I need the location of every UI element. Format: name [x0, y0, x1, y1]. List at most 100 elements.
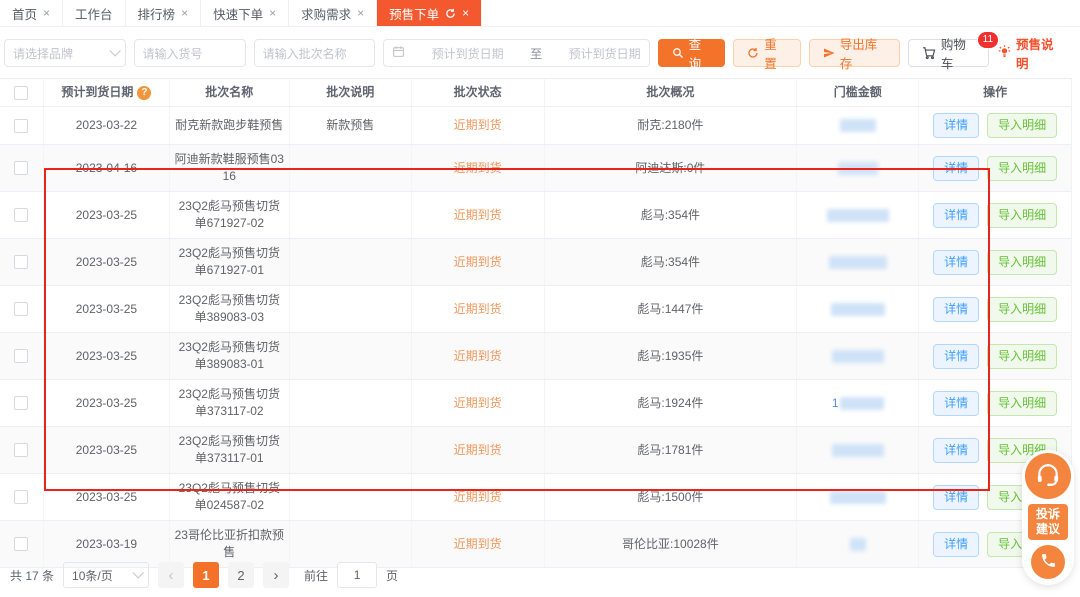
- headset-icon: [1035, 462, 1061, 491]
- row-actions-cell: 详情导入明细: [919, 107, 1071, 144]
- header-select-all-cell: [0, 79, 44, 106]
- row-checkbox[interactable]: [14, 255, 28, 269]
- send-icon: [823, 47, 835, 59]
- batch-name-cell: 23Q2彪马预售切货单389083-03: [170, 286, 290, 332]
- cart-button[interactable]: 购物车 11: [908, 39, 989, 67]
- query-button-label: 查询: [689, 34, 712, 72]
- tab-label: 求购需求: [301, 4, 351, 23]
- prev-page-button[interactable]: ‹: [158, 562, 184, 588]
- detail-button[interactable]: 详情: [933, 203, 979, 228]
- detail-button[interactable]: 详情: [933, 113, 979, 138]
- import-detail-button[interactable]: 导入明细: [987, 344, 1057, 369]
- batch-desc-cell: [290, 239, 412, 285]
- tab-求购需求[interactable]: 求购需求 ×: [289, 0, 377, 26]
- help-icon[interactable]: ?: [137, 86, 151, 100]
- batch-desc-cell: [290, 192, 412, 238]
- arrival-date-range-picker[interactable]: 预计到货日期 至 预计到货日期: [383, 39, 649, 67]
- batch-overview-cell: 彪马:1447件: [545, 286, 798, 332]
- detail-button[interactable]: 详情: [933, 532, 979, 557]
- detail-button[interactable]: 详情: [933, 438, 979, 463]
- table-row: 2023-03-2523Q2彪马预售切货单024587-02近期到货彪马:150…: [0, 474, 1071, 521]
- next-page-button[interactable]: ›: [263, 562, 289, 588]
- import-detail-button[interactable]: 导入明细: [987, 156, 1057, 181]
- row-checkbox[interactable]: [14, 443, 28, 457]
- batch-name-cell-text: 23Q2彪马预售切货单373117-02: [174, 386, 285, 420]
- tab-预售下单[interactable]: 预售下单×: [377, 0, 482, 26]
- select-all-checkbox[interactable]: [14, 86, 28, 100]
- tab-快速下单[interactable]: 快速下单×: [201, 0, 289, 26]
- brand-select[interactable]: 请选择品牌: [4, 39, 126, 67]
- query-button[interactable]: 查询: [658, 39, 726, 67]
- reset-button[interactable]: 重置: [733, 39, 801, 67]
- batch-overview-cell: 彪马:1935件: [545, 333, 798, 379]
- batch-overview-cell: 彪马:1781件: [545, 427, 798, 473]
- chevron-down-icon: [109, 45, 120, 56]
- complaint-suggestion-button[interactable]: 投诉 建议: [1028, 504, 1068, 540]
- batch-desc-cell: 新款预售: [290, 107, 412, 144]
- batch-overview-cell-text: 彪马:354件: [641, 207, 700, 224]
- row-checkbox[interactable]: [14, 490, 28, 504]
- phone-contact-button[interactable]: [1031, 545, 1065, 579]
- tab-排行榜[interactable]: 排行榜×: [126, 0, 202, 26]
- row-checkbox[interactable]: [14, 302, 28, 316]
- table-row: 2023-03-22耐克新款跑步鞋预售新款预售近期到货耐克:2180件详情导入明…: [0, 107, 1071, 145]
- arrival-date-cell: 2023-04-16: [44, 145, 170, 191]
- detail-button[interactable]: 详情: [933, 250, 979, 275]
- arrival-date-cell-text: 2023-03-25: [76, 301, 137, 318]
- filter-bar: 请选择品牌 请输入货号 请输入批次名称 预计到货日期 至 预计到货日期 查询: [0, 27, 1080, 78]
- row-checkbox[interactable]: [14, 161, 28, 175]
- batch-name-cell: 23Q2彪马预售切货单024587-02: [170, 474, 290, 520]
- header-cell-5: 批次概况: [545, 79, 798, 106]
- detail-button[interactable]: 详情: [933, 391, 979, 416]
- threshold-amount-masked: [829, 256, 887, 269]
- page-size-select[interactable]: 10条/页: [63, 562, 149, 588]
- export-stock-button[interactable]: 导出库存: [809, 39, 900, 67]
- tab-首页[interactable]: 首页 ×: [0, 0, 63, 26]
- batch-desc-cell: [290, 380, 412, 426]
- close-icon[interactable]: ×: [357, 7, 364, 19]
- row-select-cell: [0, 192, 44, 238]
- close-icon[interactable]: ×: [462, 7, 469, 19]
- row-checkbox[interactable]: [14, 396, 28, 410]
- detail-button[interactable]: 详情: [933, 297, 979, 322]
- row-checkbox[interactable]: [14, 208, 28, 222]
- batch-desc-cell: [290, 474, 412, 520]
- threshold-amount-masked: [850, 538, 866, 551]
- arrival-date-cell: 2023-03-25: [44, 427, 170, 473]
- page-button-1[interactable]: 1: [193, 562, 219, 588]
- detail-button[interactable]: 详情: [933, 344, 979, 369]
- import-detail-button[interactable]: 导入明细: [987, 113, 1057, 138]
- goto-label: 前往: [304, 567, 328, 584]
- refresh-icon[interactable]: [445, 8, 456, 19]
- import-detail-button[interactable]: 导入明细: [987, 391, 1057, 416]
- arrival-date-cell: 2023-03-25: [44, 239, 170, 285]
- page-button-2[interactable]: 2: [228, 562, 254, 588]
- import-detail-button[interactable]: 导入明细: [987, 250, 1057, 275]
- row-select-cell: [0, 474, 44, 520]
- close-icon[interactable]: ×: [181, 7, 188, 19]
- customer-service-button[interactable]: [1025, 453, 1071, 499]
- import-detail-button[interactable]: 导入明细: [987, 297, 1057, 322]
- batch-name-cell: 23Q2彪马预售切货单373117-02: [170, 380, 290, 426]
- detail-button[interactable]: 详情: [933, 485, 979, 510]
- arrival-date-cell-text: 2023-03-22: [76, 117, 137, 134]
- item-no-input[interactable]: 请输入货号: [134, 39, 246, 67]
- row-checkbox[interactable]: [14, 119, 28, 133]
- complaint-line2: 建议: [1028, 522, 1068, 537]
- row-checkbox[interactable]: [14, 349, 28, 363]
- close-icon[interactable]: ×: [269, 7, 276, 19]
- tab-工作台[interactable]: 工作台: [63, 0, 126, 26]
- arrival-date-cell: 2023-03-22: [44, 107, 170, 144]
- date-to-label: 至: [530, 45, 542, 62]
- batch-name-cell: 23Q2彪马预售切货单373117-01: [170, 427, 290, 473]
- import-detail-button[interactable]: 导入明细: [987, 203, 1057, 228]
- header-cell-7: 操作: [919, 79, 1071, 106]
- table-row: 2023-03-1923哥伦比亚折扣款预售近期到货哥伦比亚:10028件详情导入…: [0, 521, 1071, 568]
- batch-name-input[interactable]: 请输入批次名称: [254, 39, 376, 67]
- row-checkbox[interactable]: [14, 537, 28, 551]
- presale-note-link[interactable]: 预售说明: [997, 34, 1062, 72]
- tab-label: 首页: [12, 4, 37, 23]
- detail-button[interactable]: 详情: [933, 156, 979, 181]
- goto-page-input[interactable]: [337, 562, 377, 588]
- close-icon[interactable]: ×: [43, 7, 50, 19]
